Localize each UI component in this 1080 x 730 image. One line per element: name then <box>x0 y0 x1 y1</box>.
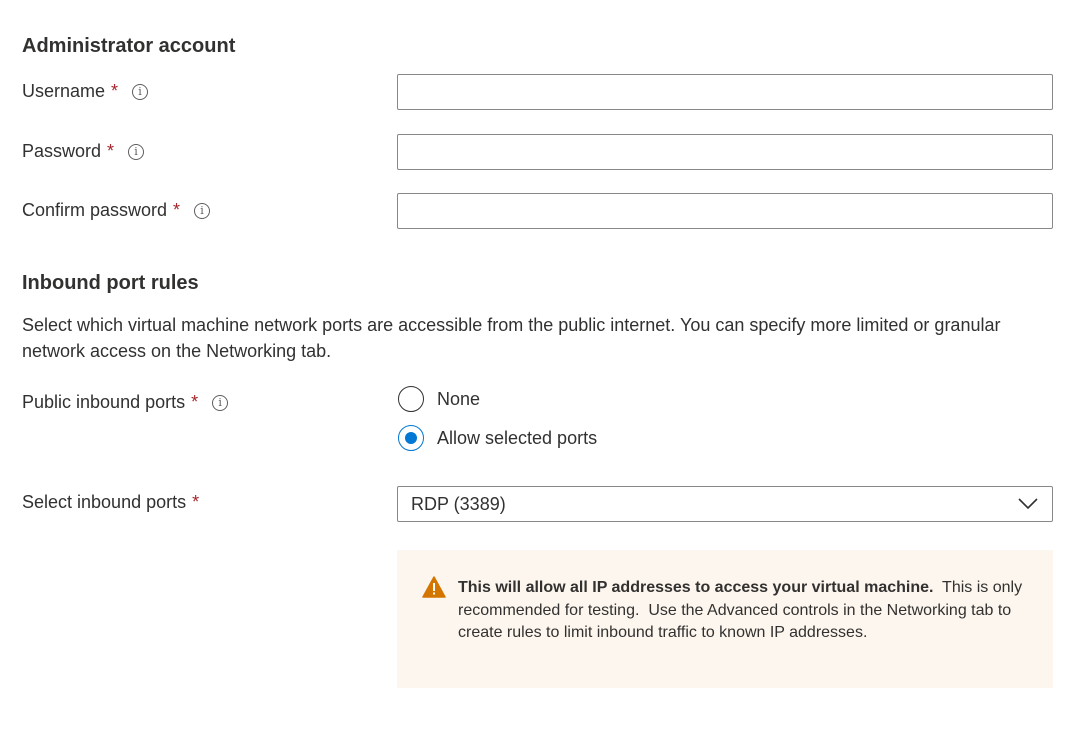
inbound-ports-selected-value: RDP (3389) <box>411 493 506 514</box>
public-inbound-ports-label-text: Public inbound ports <box>22 392 186 412</box>
inbound-ports-dropdown[interactable]: RDP (3389) <box>397 486 1053 522</box>
username-input[interactable] <box>397 74 1053 110</box>
password-label-text: Password <box>22 141 102 161</box>
confirm-password-label-text: Confirm password <box>22 200 168 220</box>
required-asterisk: * <box>192 492 200 512</box>
info-icon[interactable]: i <box>132 83 149 100</box>
radio-allow-selected[interactable] <box>398 425 424 451</box>
required-asterisk: * <box>191 392 199 412</box>
info-icon[interactable]: i <box>212 394 229 411</box>
info-icon[interactable]: i <box>128 143 145 160</box>
required-asterisk: * <box>173 200 181 220</box>
info-icon[interactable]: i <box>194 202 211 219</box>
required-asterisk: * <box>107 141 115 161</box>
radio-none[interactable] <box>398 386 424 412</box>
warning-text: This will allow all IP addresses to acce… <box>458 577 1028 645</box>
password-input[interactable] <box>397 134 1053 170</box>
public-inbound-ports-label: Public inbound ports * i <box>22 392 229 413</box>
chevron-down-icon <box>1018 494 1038 515</box>
password-label: Password * i <box>22 141 145 162</box>
radio-selected-dot <box>405 432 417 444</box>
inbound-description: Select which virtual machine network por… <box>22 315 1001 361</box>
warning-message-bar: This will allow all IP addresses to acce… <box>397 550 1053 688</box>
admin-section-heading: Administrator account <box>22 35 236 57</box>
inbound-section-heading: Inbound port rules <box>22 272 199 294</box>
radio-allow-option[interactable]: Allow selected ports <box>398 425 597 451</box>
warning-triangle-icon <box>422 576 446 603</box>
username-label: Username * i <box>22 81 149 102</box>
username-label-text: Username <box>22 81 106 101</box>
confirm-password-input[interactable] <box>397 193 1053 229</box>
radio-allow-label: Allow selected ports <box>437 427 598 448</box>
radio-none-label: None <box>437 388 481 409</box>
confirm-password-label: Confirm password * i <box>22 200 211 221</box>
warning-bold-text: This will allow all IP addresses to acce… <box>458 579 934 596</box>
select-inbound-ports-label-text: Select inbound ports <box>22 492 187 512</box>
radio-none-option[interactable]: None <box>398 386 480 412</box>
required-asterisk: * <box>111 81 119 101</box>
select-inbound-ports-label: Select inbound ports * <box>22 492 199 513</box>
